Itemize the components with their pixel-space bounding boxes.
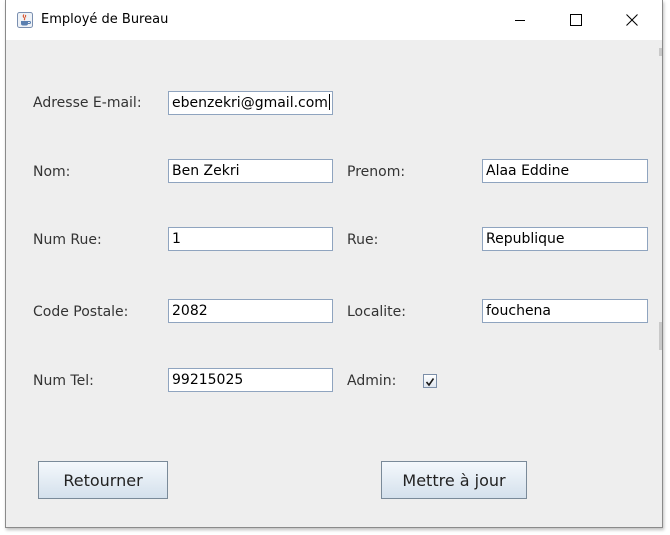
- num-rue-label: Num Rue:: [33, 232, 102, 248]
- num-tel-field[interactable]: 99215025: [168, 368, 333, 392]
- localite-label: Localite:: [347, 304, 406, 320]
- prenom-label: Prenom:: [347, 164, 406, 180]
- title-bar[interactable]: Employé de Bureau: [6, 0, 662, 40]
- java-cup-icon: [17, 12, 33, 28]
- num-rue-field[interactable]: 1: [168, 227, 333, 251]
- application-window: Employé de Bureau Adresse E-mail: ebenze…: [5, 0, 663, 528]
- code-postale-field[interactable]: 2082: [168, 299, 333, 323]
- retourner-button[interactable]: Retourner: [38, 461, 168, 499]
- edge-marker: [659, 322, 662, 350]
- localite-field[interactable]: fouchena: [482, 299, 648, 323]
- maximize-button[interactable]: [553, 0, 599, 40]
- num-tel-label: Num Tel:: [33, 373, 94, 389]
- maximize-icon: [570, 11, 582, 30]
- minimize-button[interactable]: [497, 0, 543, 40]
- mettre-a-jour-button[interactable]: Mettre à jour: [381, 461, 527, 499]
- close-icon: [626, 11, 638, 30]
- email-field[interactable]: ebenzekri@gmail.com: [168, 91, 333, 115]
- checkmark-icon: [425, 372, 435, 391]
- rue-field[interactable]: Republique: [482, 227, 648, 251]
- code-postale-label: Code Postale:: [33, 304, 129, 320]
- edge-marker: [659, 48, 662, 56]
- prenom-field[interactable]: Alaa Eddine: [482, 159, 648, 183]
- nom-field[interactable]: Ben Zekri: [168, 159, 333, 183]
- rue-label: Rue:: [347, 232, 379, 248]
- email-value: ebenzekri@gmail.com: [172, 95, 328, 111]
- minimize-icon: [514, 11, 526, 30]
- email-label: Adresse E-mail:: [33, 95, 142, 111]
- admin-checkbox[interactable]: [423, 374, 437, 388]
- admin-label: Admin:: [347, 373, 397, 389]
- text-caret: [328, 94, 330, 110]
- close-button[interactable]: [609, 0, 655, 40]
- window-title: Employé de Bureau: [41, 12, 169, 27]
- nom-label: Nom:: [33, 164, 71, 180]
